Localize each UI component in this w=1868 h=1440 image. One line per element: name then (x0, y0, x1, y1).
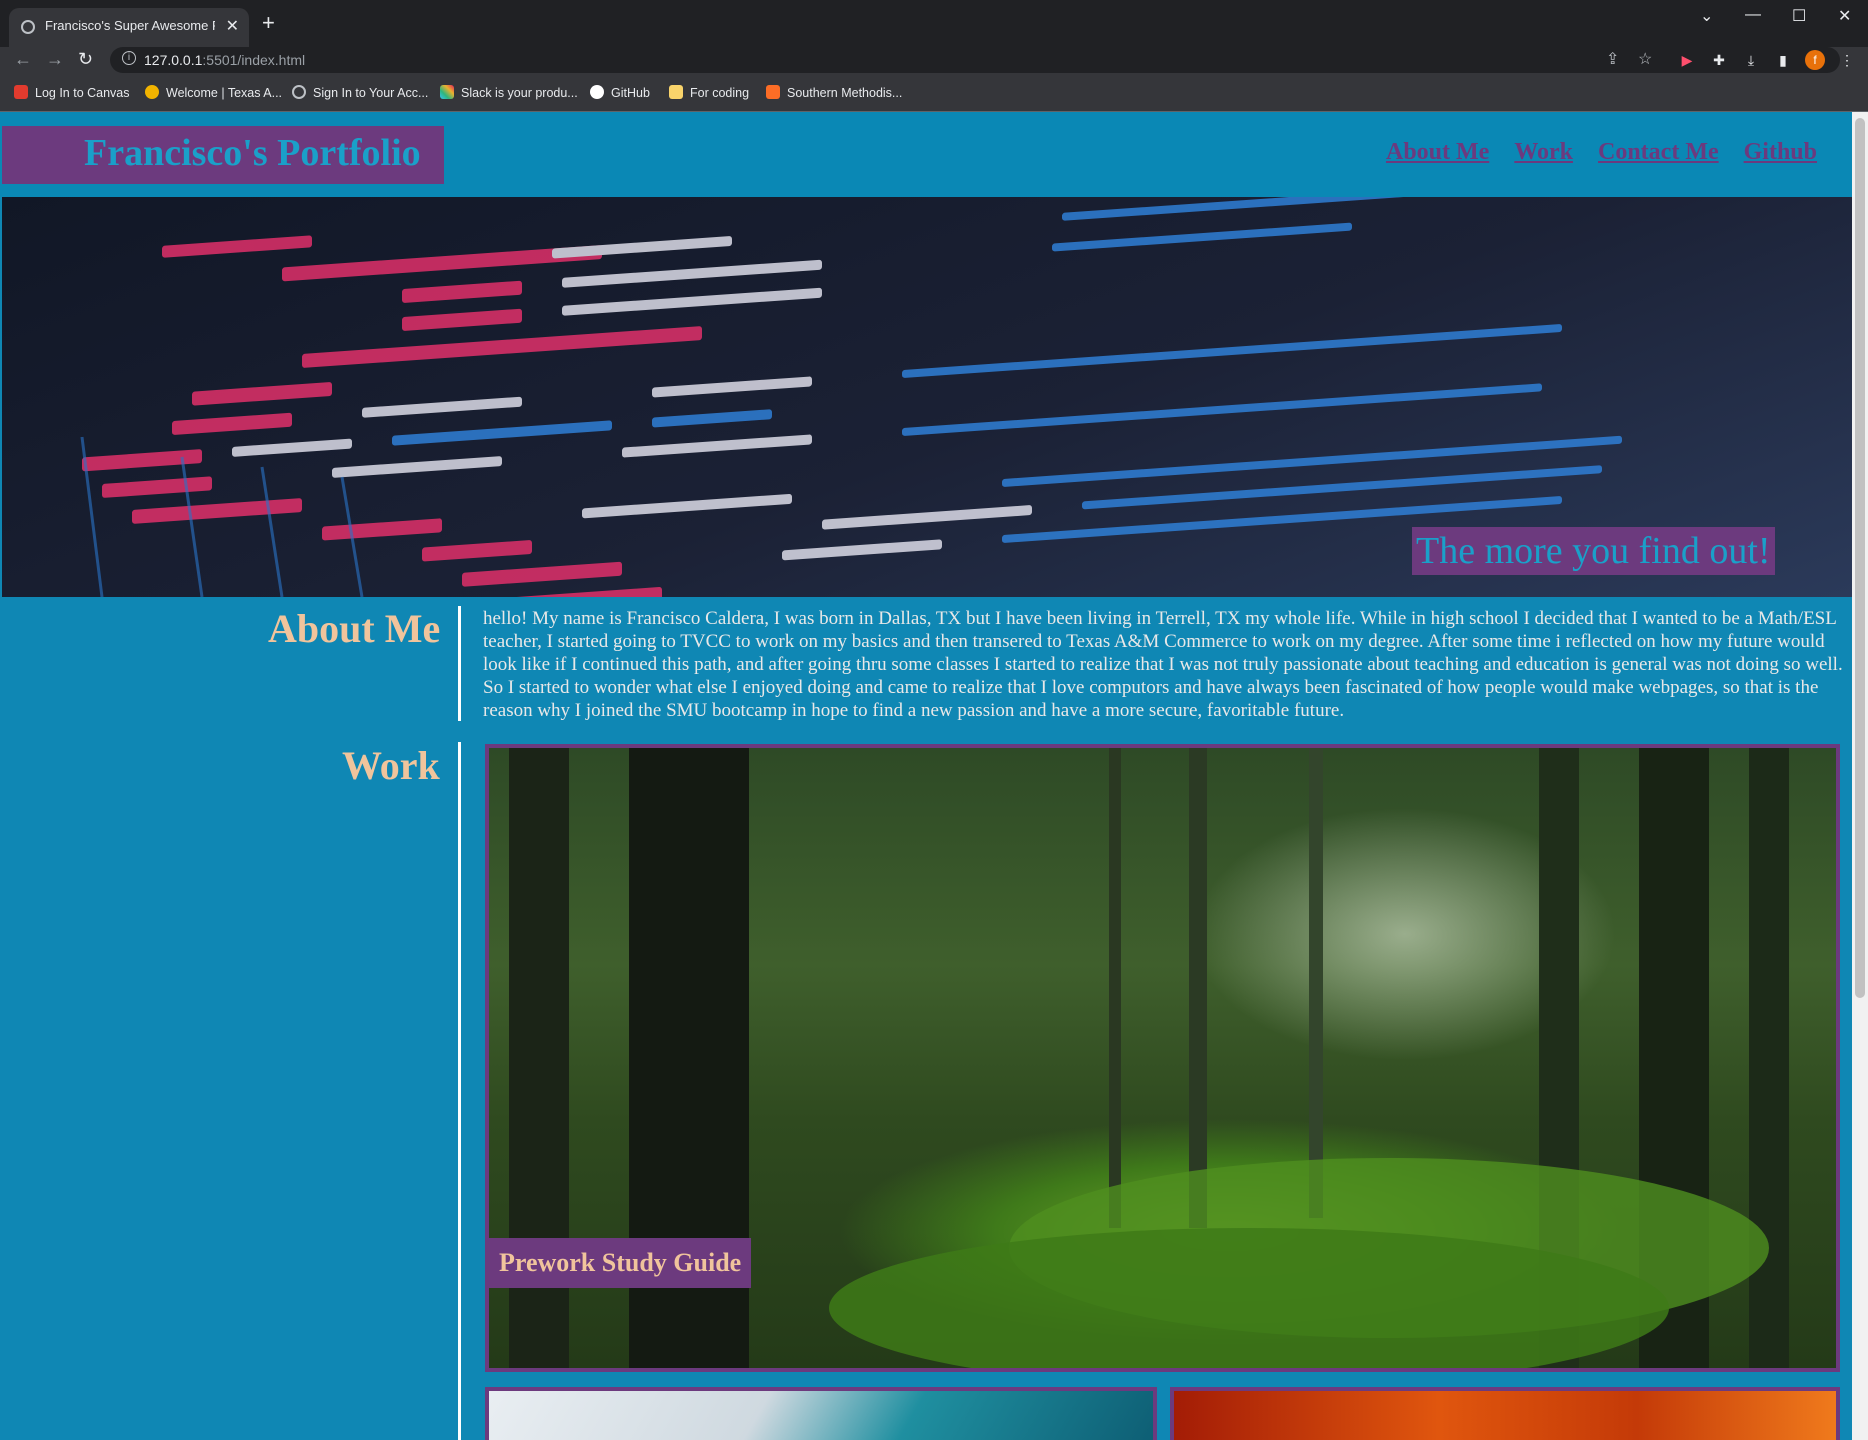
bookmark-smu[interactable]: Southern Methodis... (766, 85, 902, 100)
bookmark-folder-coding[interactable]: For coding (669, 85, 749, 100)
tab-search-icon[interactable]: ⌄ (1700, 6, 1713, 26)
hero-banner: The more you find out! (2, 197, 1852, 597)
browser-tab[interactable]: Francisco's Super Awesome Portfolio ✕ (9, 8, 249, 47)
about-divider (458, 606, 461, 721)
work-card-featured[interactable]: Prework Study Guide (485, 744, 1840, 1372)
page-viewport: Francisco's Portfolio About Me Work Cont… (0, 112, 1852, 1440)
bookmark-canvas[interactable]: Log In to Canvas (14, 85, 130, 100)
globe-icon (21, 20, 35, 34)
work-heading: Work (342, 743, 440, 788)
close-tab-icon[interactable]: ✕ (226, 16, 239, 36)
extension-icon[interactable]: ▶ (1678, 51, 1696, 69)
brand-box: Francisco's Portfolio (2, 126, 444, 184)
bookmark-github[interactable]: GitHub (590, 85, 650, 100)
new-tab-button[interactable]: + (262, 10, 275, 36)
back-button[interactable]: ← (14, 49, 32, 70)
hero-tagline: The more you find out! (1412, 527, 1775, 575)
forward-button[interactable]: → (46, 49, 64, 70)
bookmark-slack[interactable]: Slack is your produ... (440, 85, 578, 100)
address-bar[interactable]: i 127.0.0.1:5501/index.html ⇪ ☆ (110, 47, 1840, 73)
slack-icon (440, 85, 454, 99)
canvas-icon (14, 85, 28, 99)
nav-link-contact[interactable]: Contact Me (1598, 139, 1719, 165)
work-label-prework[interactable]: Prework Study Guide (489, 1238, 752, 1288)
tab-title: Francisco's Super Awesome Portfolio (45, 18, 215, 33)
maximize-button[interactable]: ☐ (1792, 6, 1806, 26)
bookmark-sign-in[interactable]: Sign In to Your Acc... (292, 85, 428, 100)
globe-icon (292, 85, 306, 99)
minimize-button[interactable]: — (1745, 6, 1761, 24)
tamuc-icon (145, 85, 159, 99)
work-card-ocean[interactable] (485, 1387, 1157, 1440)
folder-icon (669, 85, 683, 99)
site-header: Francisco's Portfolio About Me Work Cont… (0, 112, 1852, 197)
reload-button[interactable]: ↻ (78, 49, 93, 70)
side-panel-icon[interactable]: ▮ (1774, 51, 1792, 69)
puzzle-icon[interactable]: ✚ (1710, 51, 1728, 69)
bookmark-tamuc[interactable]: Welcome | Texas A... (145, 85, 282, 100)
close-window-button[interactable]: ✕ (1838, 6, 1851, 26)
browser-toolbar: ← → ↻ i 127.0.0.1:5501/index.html ⇪ ☆ ▶ … (0, 47, 1868, 75)
address-url: 127.0.0.1:5501/index.html (144, 52, 306, 68)
menu-icon[interactable]: ⋮ (1838, 51, 1856, 69)
share-icon[interactable]: ⇪ (1606, 49, 1619, 69)
gitlab-icon (766, 85, 780, 99)
site-info-icon[interactable]: i (122, 51, 136, 65)
site-nav: About Me Work Contact Me Github (1365, 139, 1817, 166)
work-card-fire[interactable] (1170, 1387, 1840, 1440)
browser-tab-bar: Francisco's Super Awesome Portfolio ✕ + … (0, 0, 1868, 47)
nav-link-about[interactable]: About Me (1386, 139, 1489, 165)
work-divider (458, 742, 461, 1440)
about-heading: About Me (268, 606, 441, 651)
download-icon[interactable]: ⤓ (1742, 51, 1760, 69)
github-icon (590, 85, 604, 99)
bookmark-star-icon[interactable]: ☆ (1638, 49, 1652, 69)
site-title: Francisco's Portfolio (84, 132, 421, 174)
page-scrollbar[interactable] (1852, 112, 1868, 1440)
about-paragraph: hello! My name is Francisco Caldera, I w… (483, 608, 1843, 721)
scrollbar-thumb[interactable] (1855, 118, 1865, 998)
nav-link-work[interactable]: Work (1514, 139, 1573, 165)
nav-link-github[interactable]: Github (1744, 139, 1817, 165)
bookmarks-bar: Log In to Canvas Welcome | Texas A... Si… (0, 75, 1868, 112)
profile-avatar[interactable]: f (1805, 50, 1825, 70)
